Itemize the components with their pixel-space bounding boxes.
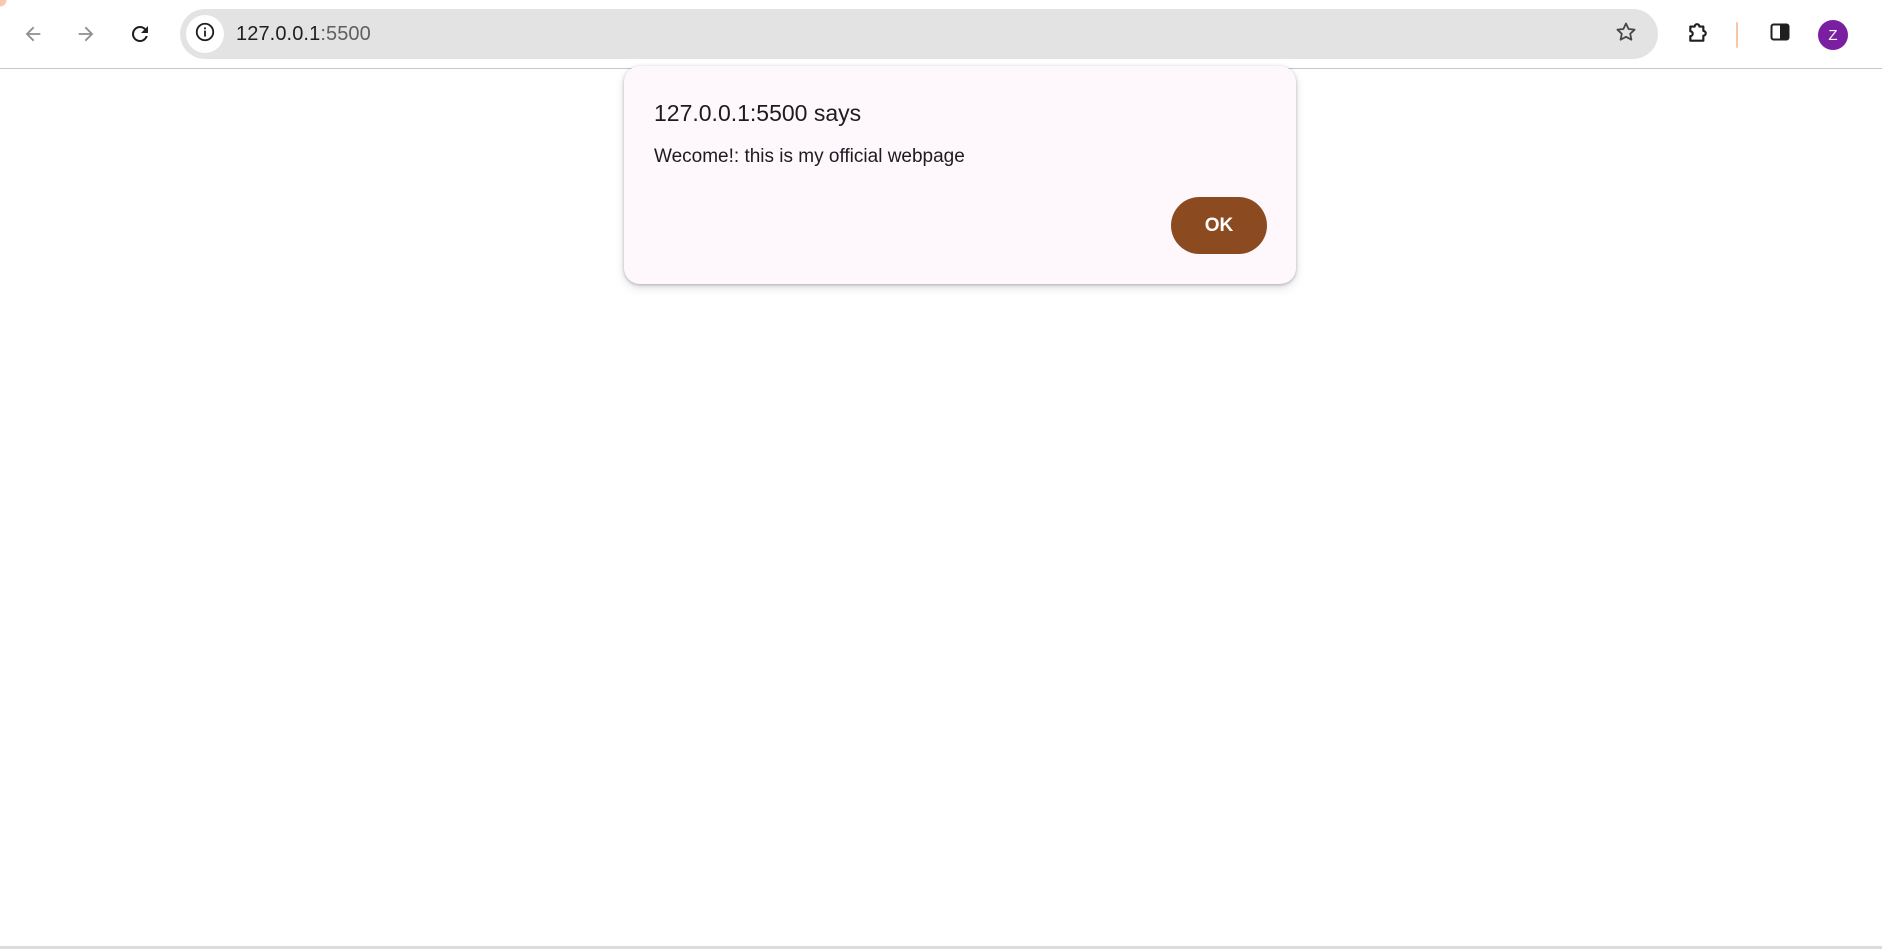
back-button[interactable] [13,14,53,54]
star-icon [1614,20,1638,49]
toolbar-divider [1736,22,1738,48]
site-info-button[interactable] [186,15,224,53]
window-corner-accent [0,0,8,8]
extensions-button[interactable] [1679,14,1719,54]
reload-icon [128,22,152,46]
info-icon [194,21,216,48]
dialog-message: Wecome!: this is my official webpage [654,146,965,167]
dialog-title: 127.0.0.1:5500 says [654,100,862,126]
address-bar[interactable]: 127.0.0.1:5500 [180,9,1658,59]
alert-dialog: 127.0.0.1:5500 says Wecome!: this is my … [624,66,1296,284]
bookmark-button[interactable] [1608,16,1644,52]
reload-button[interactable] [120,14,160,54]
url-port: :5500 [320,23,371,45]
side-panel-icon [1768,20,1792,49]
url-text[interactable]: 127.0.0.1:5500 [236,9,371,59]
profile-avatar[interactable]: Z [1818,20,1848,50]
browser-toolbar: 127.0.0.1:5500 Z [0,0,1882,69]
puzzle-icon [1686,19,1712,50]
ok-button[interactable]: OK [1171,197,1267,254]
arrow-left-icon [22,23,44,45]
url-host: 127.0.0.1 [236,23,321,45]
side-panel-button[interactable] [1760,14,1800,54]
forward-button[interactable] [66,14,106,54]
arrow-right-icon [75,23,97,45]
avatar-initial: Z [1828,26,1838,44]
